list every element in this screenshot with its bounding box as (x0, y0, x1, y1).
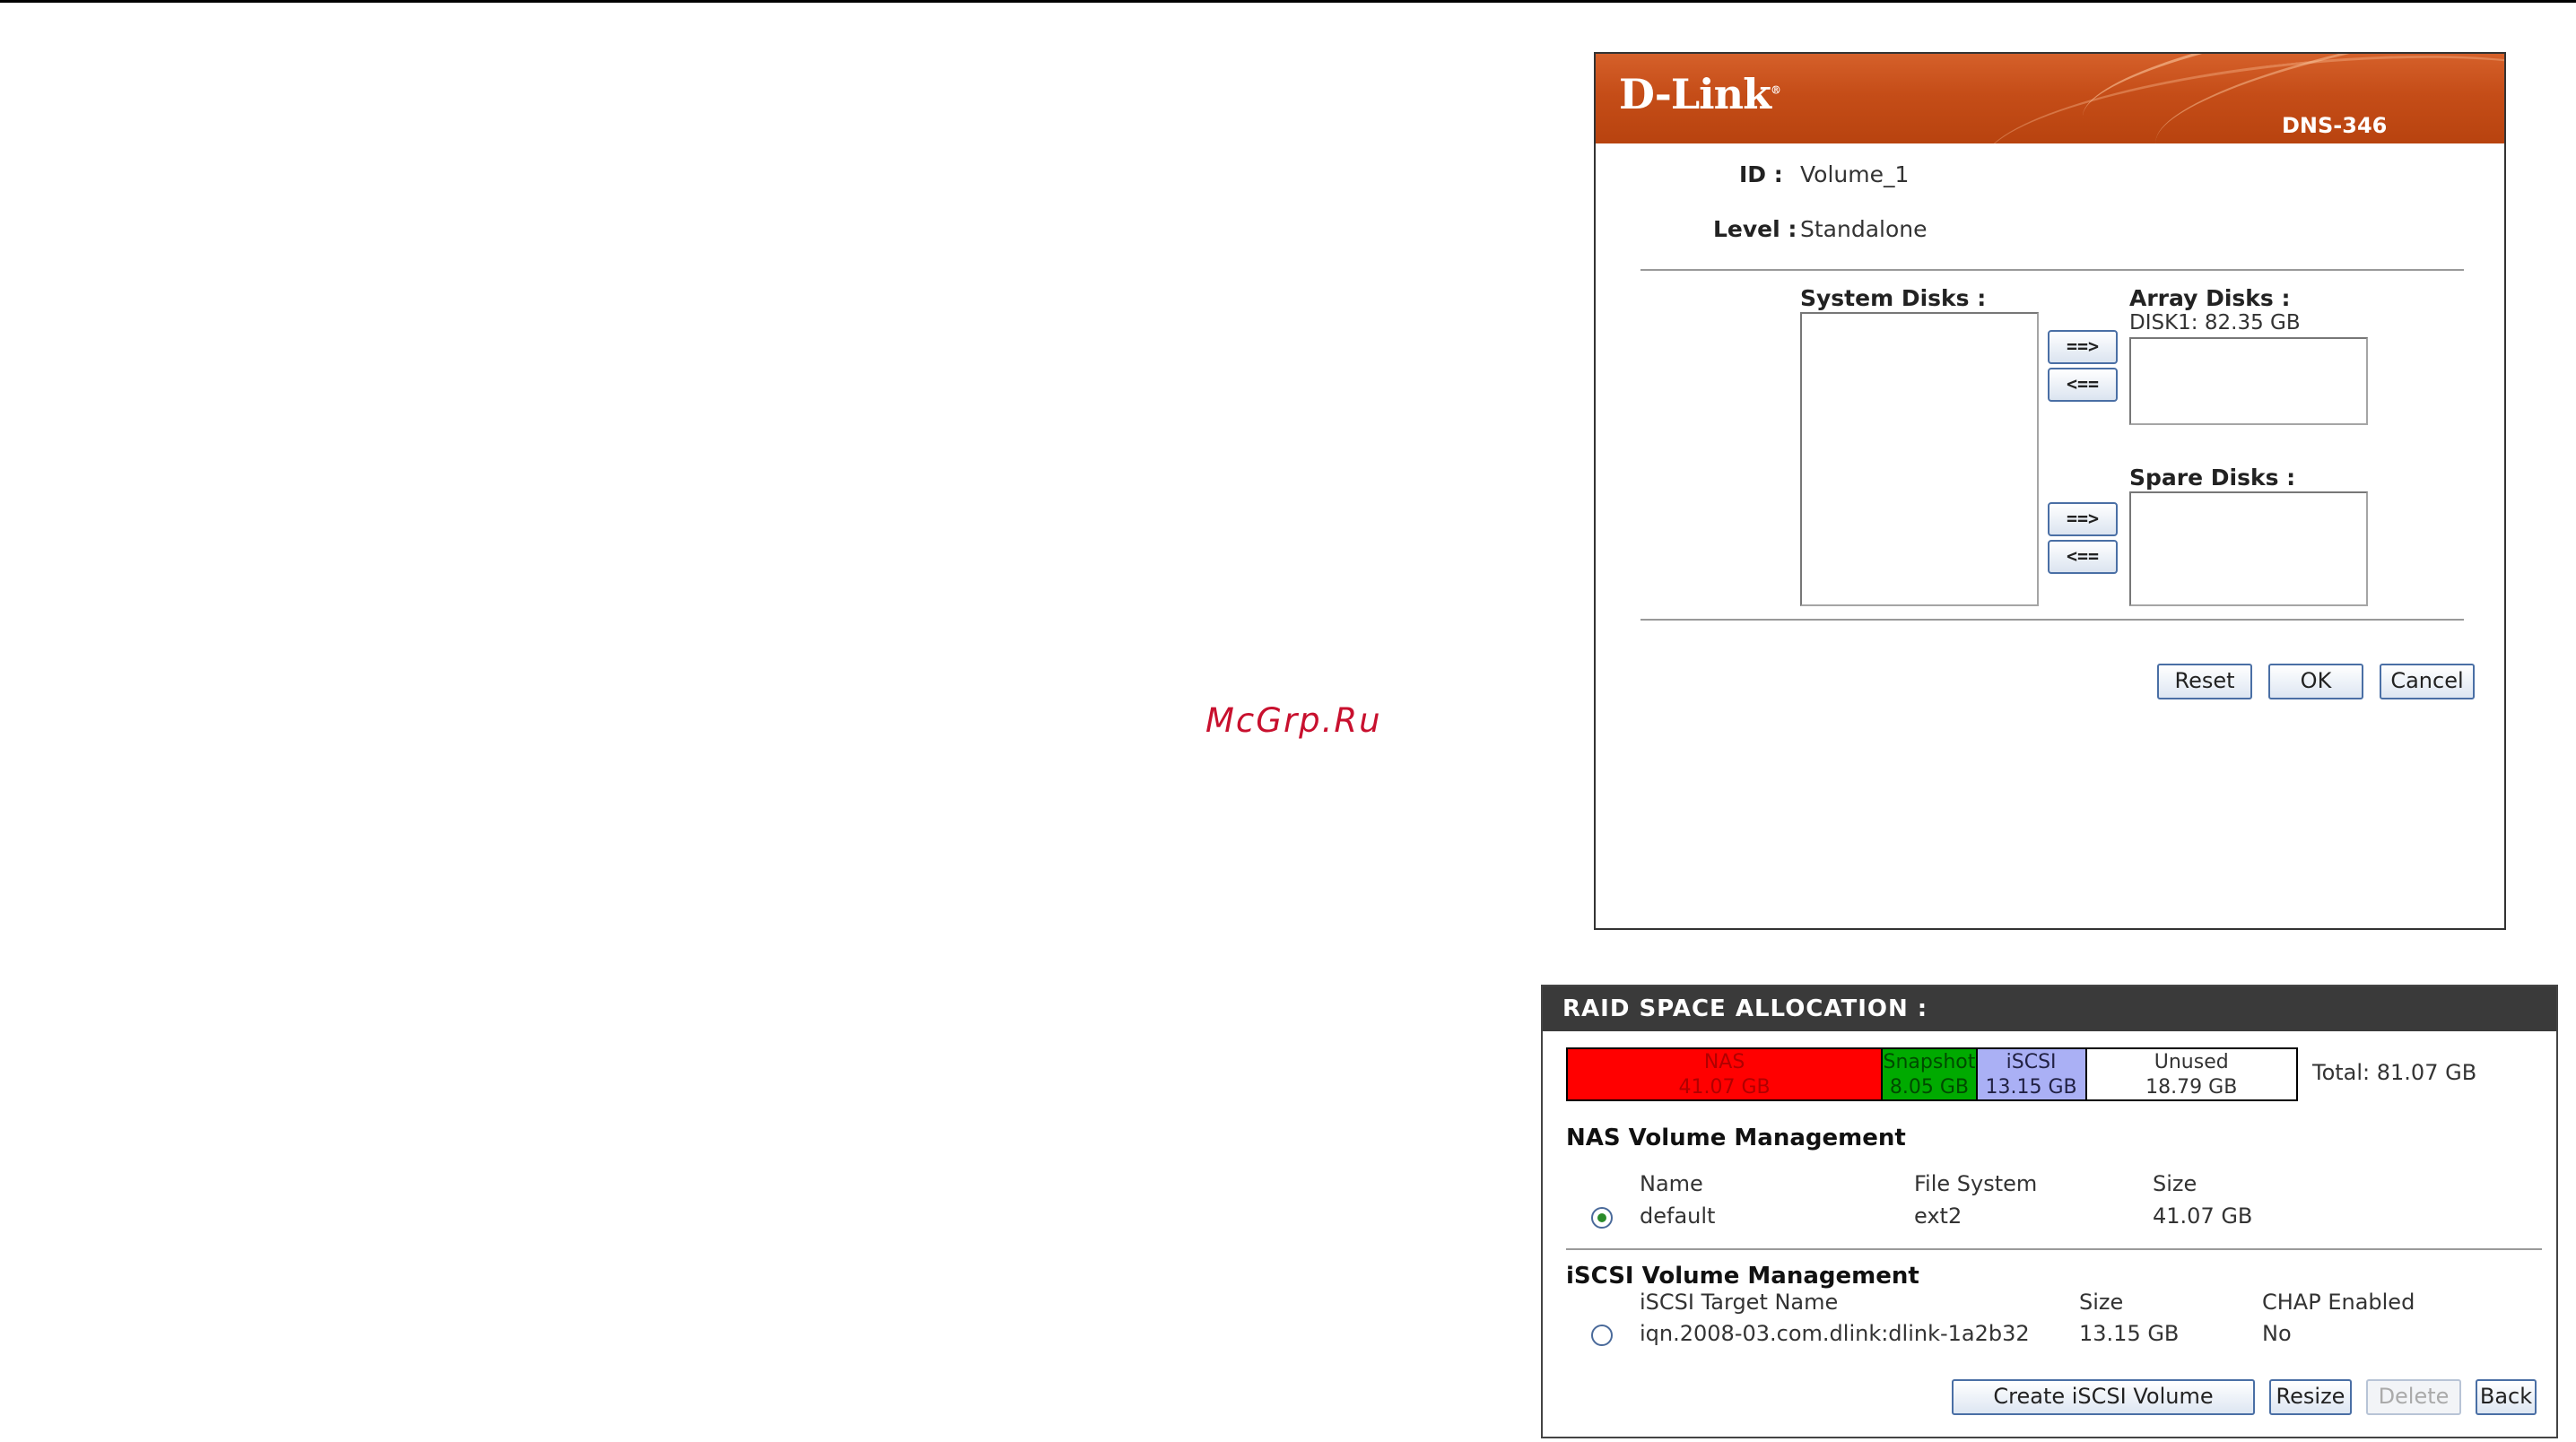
total-size: Total: 81.07 GB (2312, 1060, 2477, 1085)
iscsi-row-size: 13.15 GB (2079, 1321, 2180, 1346)
add-to-array-button[interactable]: ==> (2048, 330, 2118, 364)
page-top-rule (0, 0, 2576, 3)
allocation-segment-nas: NAS 41.07 GB (1568, 1049, 1882, 1099)
id-label: ID : (1739, 161, 1783, 187)
iscsi-col-chap: CHAP Enabled (2262, 1290, 2415, 1315)
ok-button[interactable]: OK (2268, 664, 2363, 699)
iscsi-row-radio[interactable] (1591, 1325, 1613, 1346)
segment-size: 13.15 GB (1985, 1076, 2077, 1099)
segment-name: Snapshot (1883, 1051, 1976, 1073)
segment-size: 8.05 GB (1889, 1076, 1969, 1099)
array-disks-label: Array Disks : (2129, 285, 2291, 311)
volume-edit-dialog: D-Link® DNS-346 ID : Volume_1 Level : St… (1594, 52, 2506, 930)
allocation-bar: NAS 41.07 GB Snapshot 8.05 GB iSCSI 13.15 GB U… (1566, 1047, 2298, 1101)
back-button[interactable]: Back (2476, 1379, 2537, 1415)
resize-button[interactable]: Resize (2269, 1379, 2352, 1415)
id-value: Volume_1 (1800, 161, 1910, 187)
nas-col-name: Name (1640, 1171, 1703, 1196)
remove-from-array-button[interactable]: <== (2048, 368, 2118, 402)
allocation-segment-snapshot: Snapshot 8.05 GB (1881, 1049, 1976, 1099)
add-to-spare-button[interactable]: ==> (2048, 502, 2118, 536)
segment-size: 18.79 GB (2145, 1076, 2238, 1099)
system-disks-label: System Disks : (1800, 285, 1987, 311)
nas-row-radio[interactable] (1591, 1207, 1613, 1229)
dlink-header-banner: D-Link® DNS-346 (1596, 54, 2504, 143)
spare-disks-label: Spare Disks : (2129, 465, 2296, 491)
segment-name: iSCSI (2006, 1051, 2057, 1073)
allocation-segment-unused: Unused 18.79 GB (2084, 1049, 2296, 1099)
radio-selected-dot (1597, 1213, 1606, 1222)
nas-col-filesystem: File System (1914, 1171, 2038, 1196)
nas-row-name: default (1640, 1203, 1716, 1229)
system-disks-list[interactable] (1800, 312, 2039, 606)
spare-disks-list[interactable] (2129, 491, 2368, 606)
iscsi-col-size: Size (2079, 1290, 2124, 1315)
iscsi-col-target: iSCSI Target Name (1640, 1290, 1839, 1315)
segment-size: 41.07 GB (1678, 1076, 1771, 1099)
iscsi-section-title: iSCSI Volume Management (1566, 1263, 1919, 1290)
iscsi-row-chap: No (2262, 1321, 2292, 1346)
divider (1566, 1248, 2542, 1250)
level-label: Level : (1713, 216, 1797, 242)
divider (1640, 619, 2464, 621)
raid-space-panel: RAID SPACE ALLOCATION : NAS 41.07 GB Snaps… (1541, 985, 2558, 1438)
divider (1640, 269, 2464, 271)
raid-space-title: RAID SPACE ALLOCATION : (1543, 986, 2556, 1031)
cancel-button[interactable]: Cancel (2380, 664, 2475, 699)
array-disks-list[interactable] (2129, 337, 2368, 425)
segment-name: NAS (1703, 1051, 1745, 1073)
reset-button[interactable]: Reset (2157, 664, 2252, 699)
level-value: Standalone (1800, 216, 1928, 242)
allocation-segment-iscsi: iSCSI 13.15 GB (1975, 1049, 2085, 1099)
nas-section-title: NAS Volume Management (1566, 1125, 1906, 1151)
watermark: McGrp.Ru (1205, 701, 1382, 740)
delete-button[interactable]: Delete (2366, 1379, 2461, 1415)
segment-name: Unused (2154, 1051, 2229, 1073)
nas-col-size: Size (2153, 1171, 2197, 1196)
nas-row-size: 41.07 GB (2153, 1203, 2253, 1229)
array-disk-item[interactable]: DISK1: 82.35 GB (2129, 311, 2301, 334)
model-label: DNS-346 (2282, 113, 2388, 138)
dlink-logo: D-Link® (1619, 70, 1781, 118)
remove-from-spare-button[interactable]: <== (2048, 540, 2118, 574)
iscsi-row-target: iqn.2008-03.com.dlink:dlink-1a2b32 (1640, 1321, 2030, 1346)
create-iscsi-volume-button[interactable]: Create iSCSI Volume (1952, 1379, 2255, 1415)
nas-row-fs: ext2 (1914, 1203, 1962, 1229)
